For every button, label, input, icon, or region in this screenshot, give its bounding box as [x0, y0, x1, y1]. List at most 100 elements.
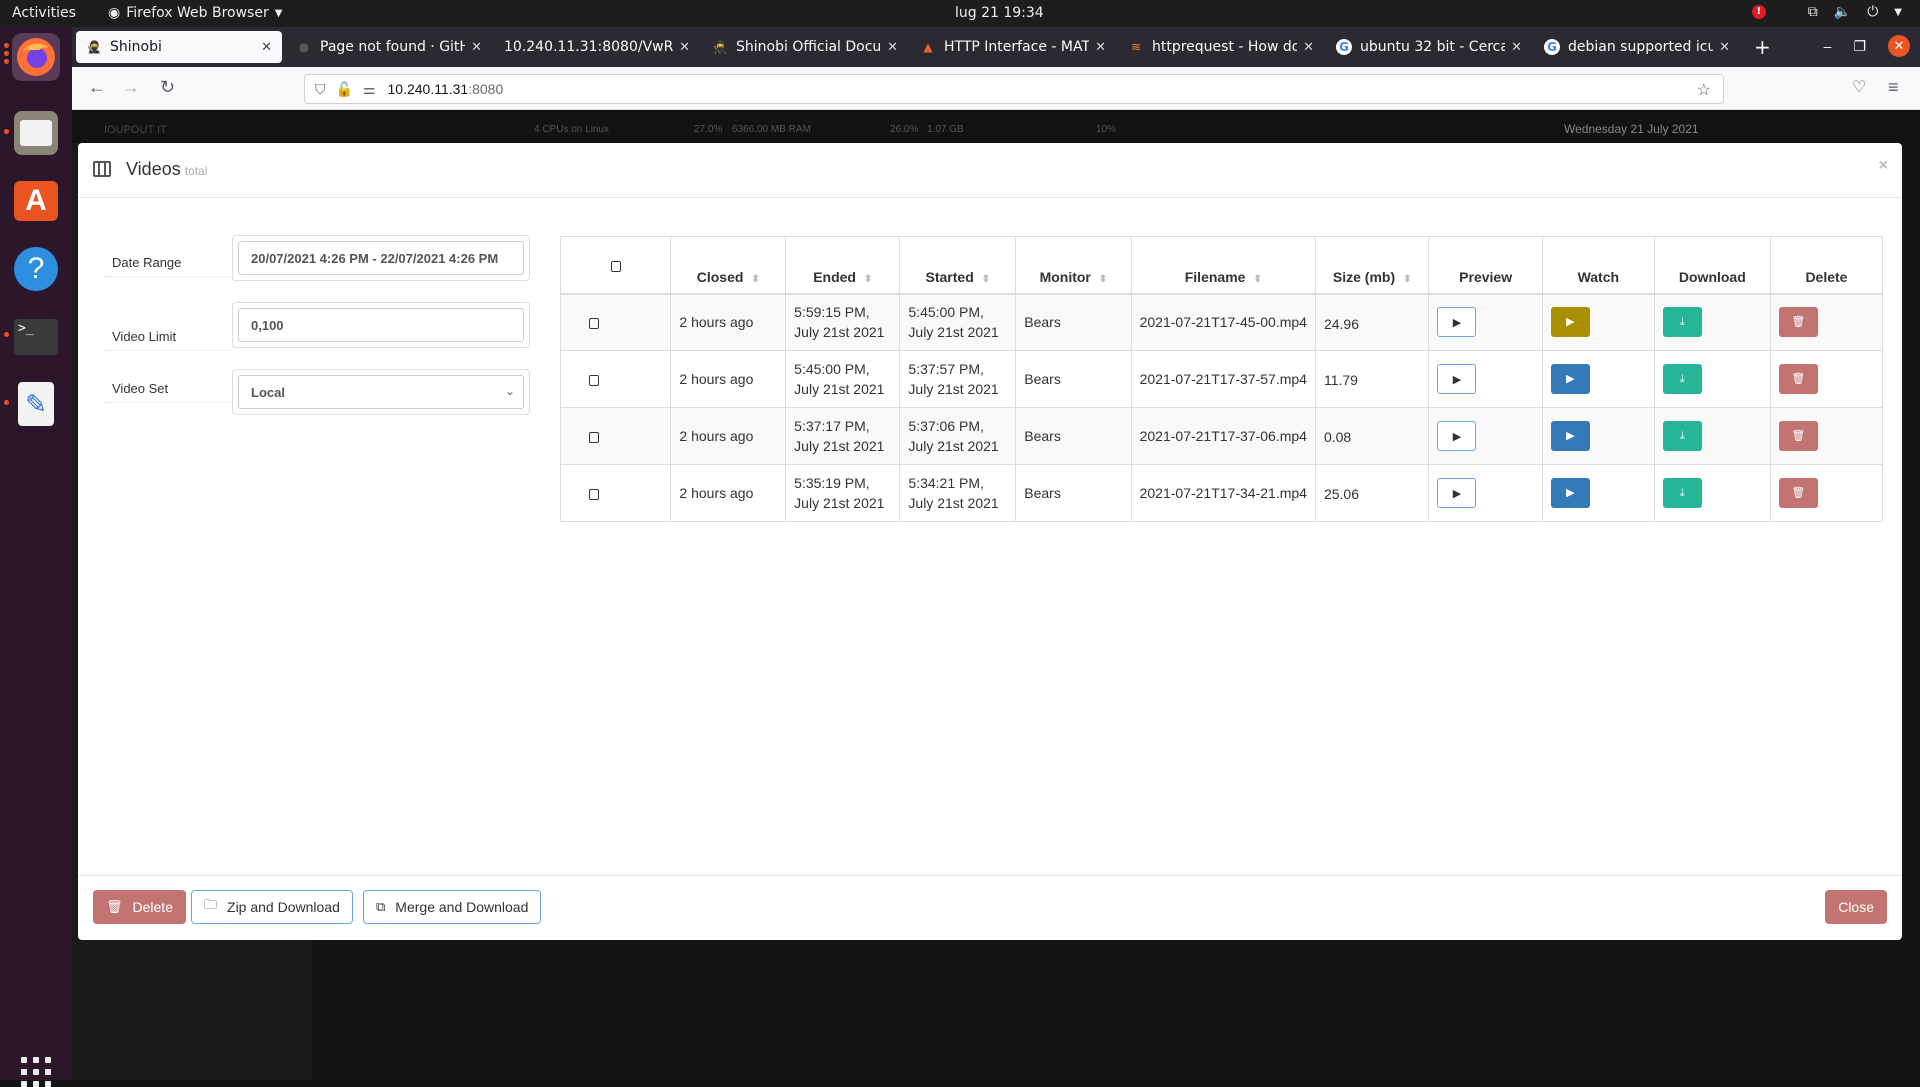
row-checkbox[interactable] — [589, 488, 599, 500]
dock-text-editor[interactable]: ✎ — [12, 380, 60, 428]
permissions-icon[interactable]: ⚌ — [363, 81, 376, 98]
url-port: :8080 — [468, 81, 504, 97]
insecure-lock-icon[interactable]: 🔓 — [336, 81, 353, 98]
maximize-button[interactable]: ❐ — [1853, 38, 1866, 55]
dock-firefox[interactable] — [12, 33, 60, 81]
videos-modal: Videos total × Date Range 20/07/2021 4:26… — [78, 143, 1902, 940]
preview-button[interactable]: ▶ — [1437, 307, 1477, 338]
play-circle-icon: ▶ — [1566, 373, 1575, 385]
window-close-button[interactable]: ✕ — [1888, 35, 1910, 57]
video-limit-input[interactable]: 0,100 — [238, 308, 524, 342]
select-all-checkbox[interactable] — [610, 260, 621, 272]
zip-and-download-button[interactable]: 🗀 Zip and Download — [191, 890, 353, 924]
tab-matlab[interactable]: ▲ HTTP Interface - MATL ✕ — [910, 31, 1116, 63]
system-tray[interactable]: ! ⧉ 🔈 ⏻ ▼ — [1751, 4, 1902, 20]
download-button[interactable]: ⤓ — [1662, 478, 1702, 508]
bg-date: Wednesday 21 July 2021 — [1564, 122, 1699, 136]
tab-close-icon[interactable]: ✕ — [261, 40, 272, 55]
date-range-label: Date Range — [104, 255, 232, 277]
modal-close-icon[interactable]: × — [1879, 157, 1888, 175]
video-limit-row: Video Limit 0,100 — [104, 302, 530, 354]
dock-software[interactable]: A — [12, 177, 60, 225]
minimize-button[interactable]: – — [1824, 38, 1832, 54]
new-tab-button[interactable]: + — [1744, 31, 1780, 63]
menu-icon[interactable]: ≡ — [1888, 77, 1899, 98]
running-indicator — [4, 400, 9, 405]
column-header-download: Download — [1653, 236, 1771, 295]
closed-cell: 2 hours ago — [670, 464, 787, 522]
delete-button[interactable]: 🗑 — [1778, 307, 1818, 338]
tab-shinobi[interactable]: 🥷 Shinobi ✕ — [76, 31, 282, 63]
column-header-monitor[interactable]: Monitor ⬍ — [1015, 236, 1132, 295]
tab-close-icon[interactable]: ✕ — [679, 40, 690, 55]
column-header-started[interactable]: Started ⬍ — [899, 236, 1017, 295]
download-button[interactable]: ⤓ — [1662, 307, 1702, 338]
clock[interactable]: lug 21 19:34 — [955, 5, 1044, 21]
tab-close-icon[interactable]: ✕ — [887, 40, 898, 55]
column-header-size[interactable]: Size (mb) ⬍ — [1314, 236, 1430, 295]
shield-icon[interactable]: ⛉ — [315, 81, 326, 98]
dock-help[interactable]: ? — [12, 245, 60, 293]
video-set-select[interactable]: Local ⌄ — [238, 375, 524, 409]
watch-button[interactable]: ▶ — [1550, 364, 1590, 394]
back-button[interactable]: ← — [88, 77, 106, 98]
url-bar[interactable]: ⛉ 🔓 ⚌ 10.240.11.31:8080 ☆ — [304, 74, 1724, 104]
tab-google-ubuntu[interactable]: G ubuntu 32 bit - Cerca c ✕ — [1326, 31, 1532, 63]
bg-ram-pct: 26.0% — [890, 124, 919, 135]
running-indicator — [4, 59, 9, 64]
activities-button[interactable]: Activities — [12, 5, 76, 21]
chevron-down-icon: ▼ — [1894, 6, 1902, 18]
app-menu[interactable]: ◉ Firefox Web Browser ▼ — [108, 5, 282, 21]
watch-button[interactable]: ▶ — [1550, 307, 1590, 338]
merge-and-download-button[interactable]: ⧉ Merge and Download — [363, 890, 542, 924]
column-header-closed[interactable]: Closed ⬍ — [670, 236, 787, 295]
row-checkbox[interactable] — [589, 374, 599, 386]
delete-button[interactable]: 🗑 — [1778, 364, 1818, 394]
tab-shinobi-docs[interactable]: 🥷 Shinobi Official Docum ✕ — [702, 31, 908, 63]
tab-close-icon[interactable]: ✕ — [1095, 40, 1106, 55]
tab-close-icon[interactable]: ✕ — [1719, 40, 1730, 55]
tab-github[interactable]: ● Page not found · GitHu ✕ — [286, 31, 492, 63]
tab-close-icon[interactable]: ✕ — [1303, 40, 1314, 55]
tab-google-debian[interactable]: G debian supported icub ✕ — [1534, 31, 1740, 63]
row-checkbox[interactable] — [589, 431, 599, 443]
column-header-ended[interactable]: Ended ⬍ — [785, 236, 901, 295]
bookmark-star-icon[interactable]: ☆ — [1697, 80, 1711, 100]
preview-button[interactable]: ▶ — [1437, 478, 1477, 508]
video-set-row: Video Set Local ⌄ — [104, 369, 530, 421]
tab-stackoverflow[interactable]: ≋ httprequest - How do y ✕ — [1118, 31, 1324, 63]
reload-button[interactable]: ↻ — [160, 77, 175, 98]
tab-ip-address[interactable]: 10.240.11.31:8080/VwRCa ✕ — [494, 31, 700, 63]
column-header-filename[interactable]: Filename ⬍ — [1130, 236, 1316, 295]
table-header-row: Closed ⬍ Ended ⬍ Started ⬍ Monitor ⬍ Filenam… — [559, 236, 1884, 295]
running-indicator — [4, 332, 9, 337]
row-checkbox[interactable] — [589, 318, 599, 330]
preview-button[interactable]: ▶ — [1437, 421, 1477, 451]
started-cell: 5:37:57 PM, July 21st 2021 — [899, 350, 1017, 408]
browser-tab-bar: 🥷 Shinobi ✕ ● Page not found · GitHu ✕ 1… — [72, 27, 1920, 67]
date-range-input[interactable]: 20/07/2021 4:26 PM - 22/07/2021 4:26 PM — [238, 241, 524, 275]
help-icon: ? — [14, 247, 58, 291]
delete-selected-button[interactable]: 🗑 Delete — [93, 890, 186, 924]
watch-button[interactable]: ▶ — [1550, 478, 1590, 508]
matlab-favicon-icon: ▲ — [923, 40, 933, 54]
bg-disk: 1.07 GB — [927, 124, 964, 135]
download-button[interactable]: ⤓ — [1662, 364, 1702, 394]
show-applications-button[interactable] — [21, 1057, 51, 1087]
tab-close-icon[interactable]: ✕ — [471, 40, 482, 55]
delete-button[interactable]: 🗑 — [1778, 478, 1818, 508]
dock-terminal[interactable]: >_ — [12, 313, 60, 361]
close-button[interactable]: Close — [1825, 890, 1887, 924]
alert-icon[interactable]: ! — [1751, 5, 1766, 19]
modal-footer: 🗑 Delete 🗀 Zip and Download ⧉ Merge and … — [78, 875, 1902, 940]
dock-files[interactable] — [12, 109, 60, 157]
pocket-icon[interactable]: ♡ — [1852, 77, 1866, 97]
system-top-bar: Activities ◉ Firefox Web Browser ▼ lug 2… — [0, 0, 1920, 27]
tab-close-icon[interactable]: ✕ — [1511, 40, 1522, 55]
forward-button[interactable]: → — [122, 77, 140, 98]
watch-button[interactable]: ▶ — [1550, 421, 1590, 451]
download-button[interactable]: ⤓ — [1662, 421, 1702, 451]
delete-button[interactable]: 🗑 — [1778, 421, 1818, 451]
preview-button[interactable]: ▶ — [1437, 364, 1477, 394]
monitor-cell: Bears — [1015, 464, 1132, 522]
